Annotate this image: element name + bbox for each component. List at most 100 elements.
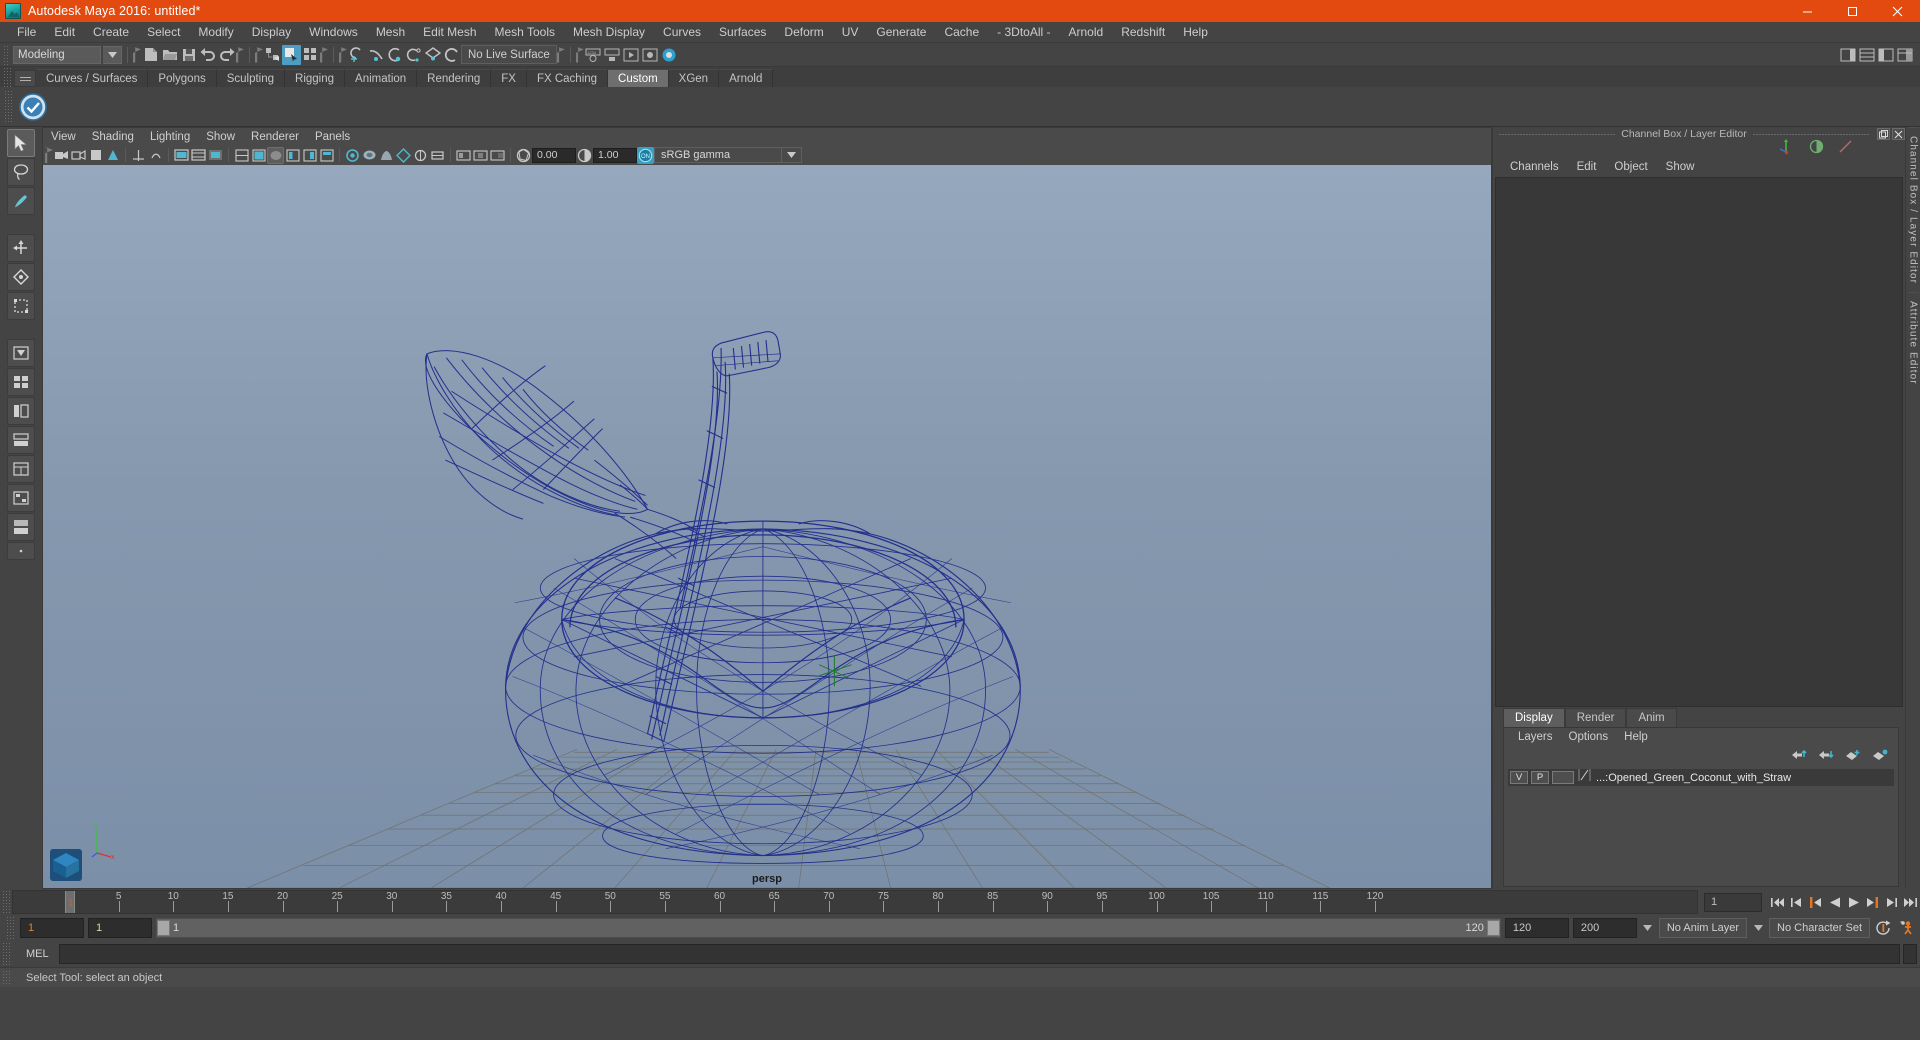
anim-layer-selector[interactable]: No Anim Layer [1658, 918, 1748, 938]
playback-end-field[interactable]: 120 [1504, 918, 1569, 938]
current-frame-field[interactable]: 1 [1704, 892, 1762, 912]
shelf-tab-rendering[interactable]: Rendering [417, 69, 492, 87]
channelbox-menu-object[interactable]: Object [1605, 157, 1656, 177]
menu-help[interactable]: Help [1174, 22, 1217, 43]
side-tab-attribute-editor[interactable]: Attribute Editor [1907, 292, 1919, 393]
channel-box-icon[interactable] [1895, 45, 1914, 65]
command-language-label[interactable]: MEL [12, 948, 59, 960]
smooth-shade-selected-icon[interactable] [267, 146, 284, 164]
wireframe-on-shaded-icon[interactable] [301, 147, 318, 164]
layout-hypershade-icon[interactable] [7, 455, 35, 483]
close-icon[interactable] [1892, 128, 1905, 140]
menu-modify[interactable]: Modify [189, 22, 242, 43]
move-layer-up-icon[interactable] [1791, 748, 1807, 766]
render-current-frame-icon[interactable] [622, 45, 641, 65]
undock-icon[interactable] [1877, 128, 1890, 140]
textures-icon[interactable] [318, 147, 335, 164]
xray-icon[interactable] [455, 147, 472, 164]
move-layer-down-icon[interactable] [1818, 748, 1834, 766]
shelf-tab-fx-caching[interactable]: FX Caching [526, 69, 609, 87]
ellipsis-icon[interactable] [7, 542, 35, 560]
viewport-menu-panels[interactable]: Panels [307, 128, 358, 146]
time-slider[interactable]: 1 5 10 15 20 25 30 35 40 45 50 55 60 65 70 75 80 85 90 95 1… [12, 890, 1698, 914]
save-scene-icon[interactable] [179, 45, 198, 65]
lights-icon[interactable] [344, 147, 361, 164]
view-transform-icon[interactable]: ON [637, 146, 654, 164]
viewport-menu-show[interactable]: Show [198, 128, 243, 146]
play-forwards-icon[interactable] [1844, 891, 1863, 913]
slash-icon[interactable] [1838, 139, 1853, 159]
menu-redshift[interactable]: Redshift [1112, 22, 1174, 43]
snap-to-point-icon[interactable] [385, 45, 404, 65]
command-line-grip[interactable] [2, 942, 10, 966]
grid-snap-icon[interactable] [147, 147, 164, 164]
menu-deform[interactable]: Deform [775, 22, 832, 43]
shelf-tab-curves-surfaces[interactable]: Curves / Surfaces [36, 69, 149, 87]
multisample-icon[interactable] [412, 147, 429, 164]
flat-shade-icon[interactable] [284, 147, 301, 164]
layer-row[interactable]: V P ...:Opened_Green_Coconut_with_Straw [1508, 769, 1894, 786]
select-by-object-icon[interactable] [282, 44, 301, 65]
menu-arnold[interactable]: Arnold [1060, 22, 1113, 43]
open-scene-icon[interactable] [160, 45, 179, 65]
exposure-icon[interactable] [515, 147, 532, 164]
toggle-sidebar-icon[interactable] [1838, 45, 1857, 65]
layer-tab-display[interactable]: Display [1503, 708, 1565, 727]
side-tab-channel-box[interactable]: Channel Box / Layer Editor [1907, 127, 1919, 292]
screen-space-ao-icon[interactable] [378, 147, 395, 164]
close-button[interactable] [1875, 0, 1920, 22]
select-tool[interactable] [7, 129, 35, 157]
step-back-frame-icon[interactable] [1787, 891, 1806, 913]
smooth-shade-all-icon[interactable] [250, 147, 267, 164]
gamma-icon[interactable] [576, 147, 593, 164]
menu-3dtoall[interactable]: - 3DtoAll - [988, 22, 1059, 43]
shelf-tab-fx[interactable]: FX [491, 69, 527, 87]
go-to-start-icon[interactable] [1768, 891, 1787, 913]
layer-visibility-toggle[interactable]: V [1510, 771, 1528, 784]
menu-create[interactable]: Create [84, 22, 138, 43]
snap-to-grid-icon[interactable] [347, 45, 366, 65]
new-scene-icon[interactable] [141, 45, 160, 65]
live-surface-field[interactable]: No Live Surface [461, 45, 557, 64]
snap-to-view-plane-icon[interactable] [423, 45, 442, 65]
half-circle-icon[interactable] [1809, 139, 1824, 159]
layout-persp-outliner-icon[interactable] [7, 397, 35, 425]
range-end-field[interactable]: 200 [1572, 918, 1637, 938]
menu-file[interactable]: File [8, 22, 45, 43]
command-output-field[interactable] [1903, 944, 1917, 964]
range-start-field[interactable]: 1 [20, 918, 84, 938]
step-forward-key-icon[interactable] [1863, 891, 1882, 913]
3d-viewport[interactable]: persp y x [42, 165, 1492, 889]
new-layer-from-selected-icon[interactable] [1872, 748, 1888, 766]
resolution-gate-icon[interactable] [190, 147, 207, 164]
ipr-render-icon[interactable] [641, 45, 660, 65]
shadows-icon[interactable] [361, 147, 378, 164]
play-backwards-icon[interactable] [1825, 891, 1844, 913]
render-globals-icon[interactable] [660, 45, 679, 65]
menu-curves[interactable]: Curves [654, 22, 710, 43]
channelbox-menu-edit[interactable]: Edit [1568, 157, 1606, 177]
snap-to-curve-icon[interactable] [366, 45, 385, 65]
depth-peeling-icon[interactable] [429, 147, 446, 164]
select-by-component-icon[interactable] [301, 45, 320, 65]
view-cube-icon[interactable] [49, 848, 83, 882]
layer-menu-layers[interactable]: Layers [1510, 728, 1561, 747]
animation-preferences-icon[interactable] [1874, 917, 1893, 939]
edit-render-settings-icon[interactable]: 1234 [584, 45, 603, 65]
snap-to-projected-center-icon[interactable] [404, 45, 423, 65]
viewport-menu-view[interactable]: View [43, 128, 84, 146]
paint-select-tool[interactable] [7, 187, 35, 215]
shelf-items-grip[interactable] [4, 89, 12, 124]
viewport-menu-shading[interactable]: Shading [84, 128, 142, 146]
shelf-tab-sculpting[interactable]: Sculpting [216, 69, 286, 87]
go-to-end-icon[interactable] [1901, 891, 1920, 913]
playback-start-field[interactable]: 1 [88, 918, 152, 938]
viewport-menu-lighting[interactable]: Lighting [142, 128, 198, 146]
layout-two-stacked-icon[interactable] [7, 513, 35, 541]
exposure-field[interactable]: 0.00 [532, 147, 576, 163]
render-view-icon[interactable] [603, 45, 622, 65]
menu-edit[interactable]: Edit [45, 22, 84, 43]
minimize-button[interactable] [1785, 0, 1830, 22]
menu-set-selector[interactable]: Modeling [13, 45, 101, 64]
panel-drag-dots[interactable] [1499, 133, 1616, 135]
